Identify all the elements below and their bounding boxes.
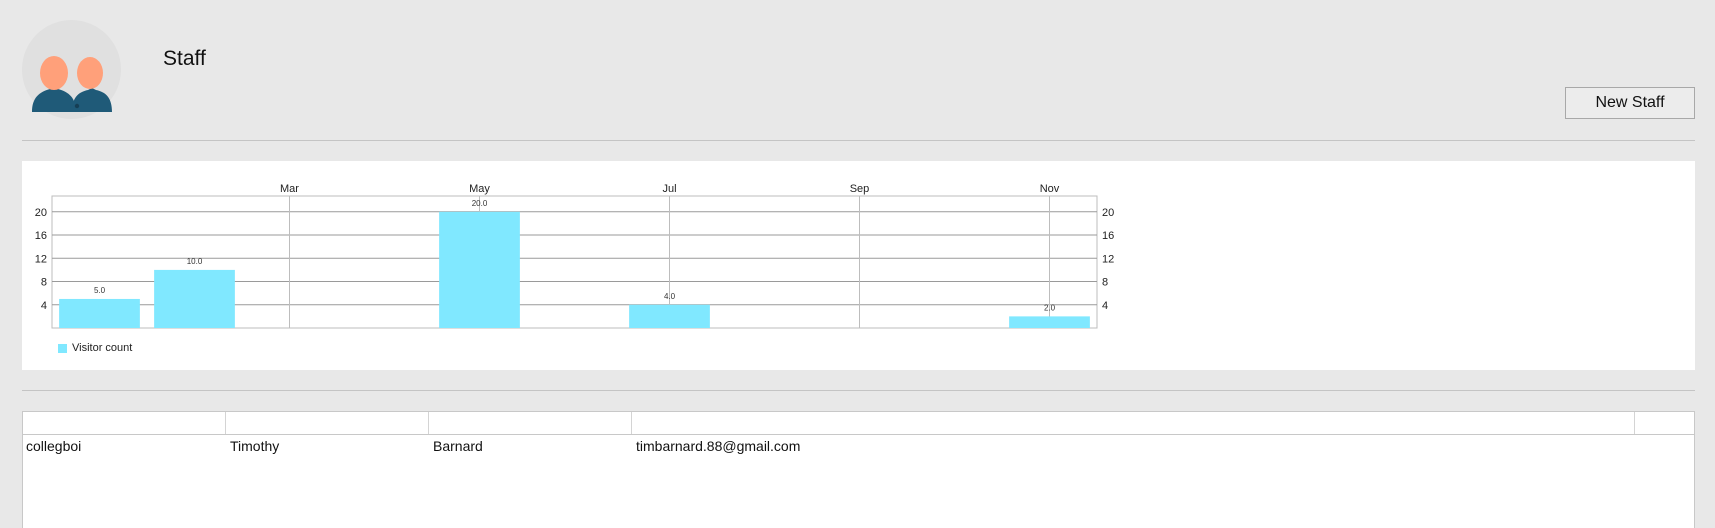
bar-data-label: 10.0 bbox=[187, 257, 203, 266]
bar-data-label: 5.0 bbox=[94, 286, 106, 295]
y-tick-label-right: 8 bbox=[1102, 277, 1108, 289]
y-tick-label-right: 20 bbox=[1102, 207, 1114, 219]
first-name-cell: Timothy bbox=[230, 438, 280, 454]
x-tick-label: Sep bbox=[850, 183, 870, 195]
chart-divider bbox=[22, 390, 1695, 391]
bar-data-label: 4.0 bbox=[664, 292, 676, 301]
visitor-chart-panel: 4 4 8 8 12 12 16 16 20 20 Mar May Jul Sep Nov 5.0 10.0 20… bbox=[22, 161, 1695, 370]
header-divider bbox=[22, 140, 1695, 141]
bar bbox=[154, 269, 235, 328]
legend-label: Visitor count bbox=[72, 342, 133, 354]
x-tick-label: May bbox=[469, 183, 490, 195]
y-tick-label-right: 4 bbox=[1102, 300, 1108, 312]
y-tick-label-right: 12 bbox=[1102, 253, 1114, 265]
table-row[interactable]: collegboi Timothy Barnard timbarnard.88@… bbox=[23, 435, 1694, 457]
y-tick-label-right: 16 bbox=[1102, 230, 1114, 242]
bar bbox=[59, 298, 140, 328]
y-tick-label-left: 20 bbox=[35, 207, 47, 219]
staff-table: collegboi Timothy Barnard timbarnard.88@… bbox=[22, 411, 1695, 528]
chart-legend: Visitor count bbox=[58, 342, 132, 354]
new-staff-button[interactable]: New Staff bbox=[1565, 87, 1695, 119]
legend-swatch bbox=[58, 343, 67, 353]
x-tick-label: Nov bbox=[1040, 183, 1060, 195]
page-title: Staff bbox=[163, 47, 206, 70]
y-tick-label-left: 12 bbox=[35, 253, 47, 265]
table-header-cell[interactable] bbox=[23, 412, 226, 434]
bar bbox=[1009, 316, 1090, 328]
y-tick-label-left: 16 bbox=[35, 230, 47, 242]
last-name-cell: Barnard bbox=[433, 438, 483, 454]
bar-data-label: 20.0 bbox=[472, 199, 488, 208]
staff-group-icon bbox=[32, 56, 112, 112]
email-cell: timbarnard.88@gmail.com bbox=[636, 438, 801, 454]
bar bbox=[439, 211, 520, 328]
table-header bbox=[23, 412, 1694, 435]
staff-avatar bbox=[22, 20, 121, 119]
table-header-cell[interactable] bbox=[226, 412, 429, 434]
staff-page: Staff New Staff 4 4 8 8 12 12 16 16 20 20 Mar May Ju… bbox=[0, 0, 1715, 528]
visitor-chart: 4 4 8 8 12 12 16 16 20 20 Mar May Jul Sep Nov 5.0 10.0 20… bbox=[35, 183, 1114, 329]
bar-data-label: 2.0 bbox=[1044, 303, 1056, 312]
table-header-cell[interactable] bbox=[632, 412, 1635, 434]
x-tick-label: Mar bbox=[280, 183, 299, 195]
x-tick-label: Jul bbox=[662, 183, 676, 195]
y-tick-label-left: 8 bbox=[41, 277, 47, 289]
username-cell: collegboi bbox=[26, 438, 82, 454]
bar bbox=[629, 304, 710, 328]
table-header-cell[interactable] bbox=[1635, 412, 1694, 434]
table-header-cell[interactable] bbox=[429, 412, 632, 434]
y-tick-label-left: 4 bbox=[41, 300, 47, 312]
